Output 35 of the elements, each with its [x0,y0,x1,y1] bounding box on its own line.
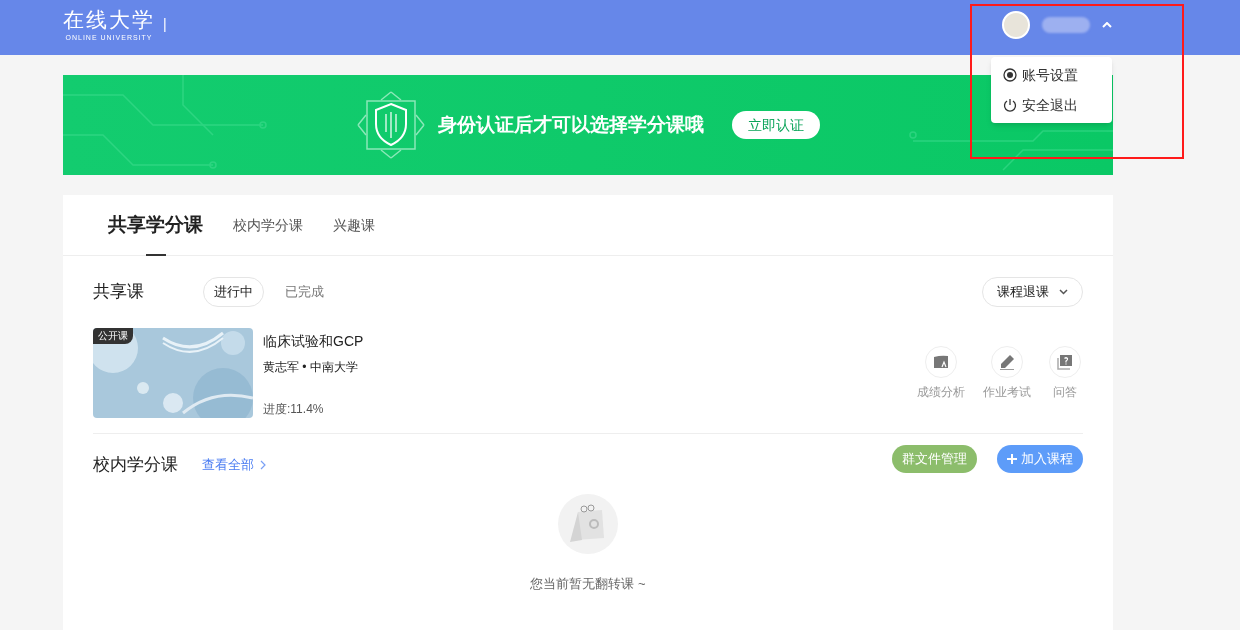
section-title: 共享课 [93,281,145,304]
calendar-illustration [558,494,618,554]
chart-icon [933,355,949,369]
verify-button[interactable]: 立即认证 [732,111,820,139]
username-blurred [1042,17,1090,33]
tab[interactable]: 校内学分课 [233,194,303,256]
banner-message: 身份认证后才可以选择学分课哦 [438,112,704,137]
radio-icon [1003,68,1017,82]
menu-item[interactable]: 安全退出 [1003,95,1100,115]
chevron-down-icon [1059,289,1068,295]
plus-icon [1007,453,1017,464]
shield-icon [356,90,426,160]
logo-divider: | [163,15,167,34]
course-action[interactable]: 作业考试 [983,346,1031,418]
tab[interactable]: 共享学分课 [108,194,203,256]
course-action[interactable]: 问答 [1049,346,1081,418]
logo[interactable]: 在线大学 [63,8,155,32]
course-title[interactable]: 临床试验和GCP [263,331,364,352]
course-teacher: 黄志军 • 中南大学 [263,359,359,376]
empty-message: 您当前暂无翻转课 ~ [530,575,646,593]
tab[interactable]: 兴趣课 [333,194,375,256]
view-all-link[interactable]: 查看全部 [202,455,266,475]
course-badge: 公开课 [93,328,133,344]
caret-up-icon[interactable] [1102,22,1112,28]
course-action[interactable]: 成绩分析 [917,346,965,418]
chevron-right-icon [260,460,266,470]
menu-item[interactable]: 账号设置 [1003,65,1100,85]
progress-label: 进度:11.4% [263,401,325,418]
add-course-button[interactable]: 加入课程 [997,444,1083,473]
filter-pill[interactable]: 已完成 [276,277,333,307]
question-icon [1057,354,1073,370]
avatar[interactable] [1002,11,1030,39]
pencil-icon [999,354,1015,370]
section-title: 校内学分课 [93,454,178,477]
power-icon [1003,98,1017,112]
